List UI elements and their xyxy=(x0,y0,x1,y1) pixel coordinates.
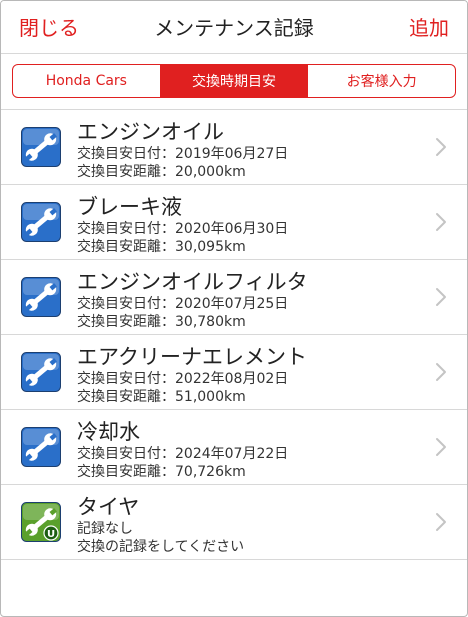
chevron-right-icon xyxy=(433,137,449,157)
segmented-control: Honda Cars 交換時期目安 お客様入力 xyxy=(12,64,456,98)
list-item[interactable]: エンジンオイル交換目安日付：2019年06月27日 交換目安距離：20,000km xyxy=(1,110,467,185)
list-item[interactable]: エアクリーナエレメント交換目安日付：2022年08月02日 交換目安距離：51,0… xyxy=(1,335,467,410)
item-distance-line: 交換目安距離：20,000km xyxy=(77,164,246,180)
item-date-line: 交換目安日付：2024年07月22日 xyxy=(77,446,289,462)
add-button[interactable]: 追加 xyxy=(409,12,449,41)
chevron-right-icon xyxy=(433,212,449,232)
item-title: エンジンオイル xyxy=(77,120,224,144)
list-item[interactable]: エンジンオイルフィルタ交換目安日付：2020年07月25日 交換目安距離：30,7… xyxy=(1,260,467,335)
segment-customer-input[interactable]: お客様入力 xyxy=(308,65,455,97)
list-item[interactable]: 冷却水交換目安日付：2024年07月22日 交換目安距離：70,726km xyxy=(1,410,467,485)
chevron-right-icon xyxy=(433,287,449,307)
item-title: エンジンオイルフィルタ xyxy=(77,270,308,294)
chevron-right-icon xyxy=(433,362,449,382)
item-date-line: 記録なし xyxy=(77,521,133,537)
segment-honda-cars[interactable]: Honda Cars xyxy=(13,65,161,97)
item-title: タイヤ xyxy=(77,495,140,519)
item-date-line: 交換目安日付：2019年06月27日 xyxy=(77,146,289,162)
item-distance-line: 交換目安距離：30,780km xyxy=(77,314,246,330)
list-item[interactable]: ブレーキ液交換目安日付：2020年06月30日 交換目安距離：30,095km xyxy=(1,185,467,260)
wrench-icon xyxy=(21,427,61,467)
segment-replacement-schedule[interactable]: 交換時期目安 xyxy=(160,65,309,97)
wrench-user-icon: U xyxy=(21,502,61,542)
chevron-right-icon xyxy=(433,437,449,457)
app-window: 閉じる メンテナンス記録 追加 Honda Cars 交換時期目安 お客様入力 … xyxy=(0,0,468,617)
maintenance-list: エンジンオイル交換目安日付：2019年06月27日 交換目安距離：20,000km… xyxy=(1,109,467,560)
wrench-icon xyxy=(21,352,61,392)
page-title: メンテナンス記録 xyxy=(154,16,314,40)
user-badge-label: U xyxy=(47,529,55,540)
item-distance-line: 交換の記録をしてください xyxy=(77,539,245,555)
item-title: 冷却水 xyxy=(77,420,140,444)
wrench-icon xyxy=(21,202,61,242)
navigation-bar: 閉じる メンテナンス記録 追加 xyxy=(1,1,467,54)
wrench-icon xyxy=(21,127,61,167)
item-date-line: 交換目安日付：2020年07月25日 xyxy=(77,296,289,312)
item-distance-line: 交換目安距離：30,095km xyxy=(77,239,246,255)
item-distance-line: 交換目安距離：51,000km xyxy=(77,389,246,405)
chevron-right-icon xyxy=(433,512,449,532)
item-date-line: 交換目安日付：2020年06月30日 xyxy=(77,221,289,237)
item-distance-line: 交換目安距離：70,726km xyxy=(77,464,246,480)
item-title: エアクリーナエレメント xyxy=(77,345,307,369)
item-date-line: 交換目安日付：2022年08月02日 xyxy=(77,371,289,387)
wrench-icon xyxy=(21,277,61,317)
list-item[interactable]: U タイヤ記録なし交換の記録をしてください xyxy=(1,485,467,560)
item-title: ブレーキ液 xyxy=(77,195,182,219)
